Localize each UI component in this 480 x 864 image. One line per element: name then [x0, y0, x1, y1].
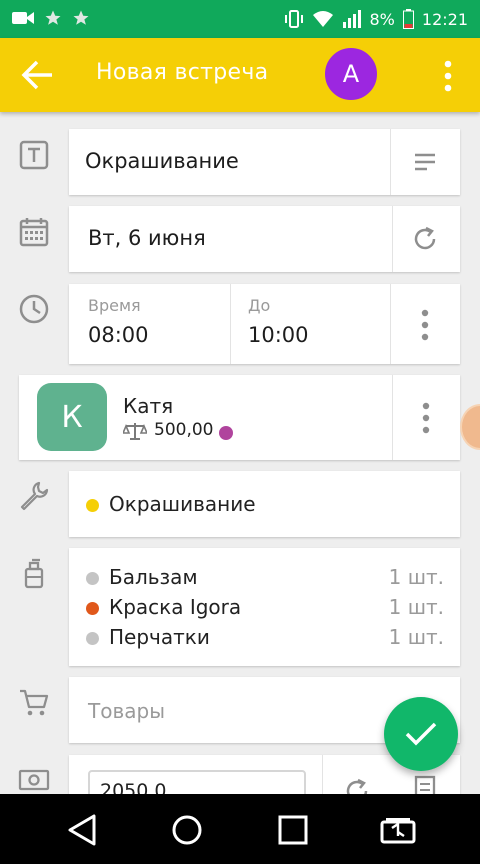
save-fab-button[interactable] — [384, 697, 458, 771]
battery-percent: 8% — [369, 9, 395, 29]
list-item[interactable]: Перчатки 1 шт. — [86, 622, 444, 652]
product-bottle-icon — [24, 558, 44, 589]
list-item[interactable]: Краска Igora 1 шт. — [86, 592, 444, 622]
materials-list[interactable]: Бальзам 1 шт. Краска Igora 1 шт. Перчатк… — [69, 548, 460, 666]
time-to-value[interactable]: 10:00 — [248, 323, 309, 347]
app-toolbar: Новая встреча A — [0, 38, 480, 112]
goods-placeholder: Товары — [88, 699, 165, 723]
checkmark-icon — [405, 722, 437, 746]
nav-home-icon[interactable] — [167, 810, 207, 850]
services-list[interactable]: Окрашивание — [69, 471, 460, 537]
balance-status-dot — [219, 426, 233, 440]
service-item[interactable]: Окрашивание — [86, 489, 256, 519]
shopping-cart-icon — [20, 689, 49, 716]
nav-switch-apps-icon[interactable] — [378, 810, 418, 850]
service-name-field[interactable]: Окрашивание — [69, 129, 460, 195]
material-color-dot — [86, 572, 99, 585]
floating-contact-bubble[interactable] — [460, 404, 480, 450]
overflow-menu-icon[interactable] — [436, 58, 460, 94]
service-name-value: Окрашивание — [85, 149, 239, 173]
star-icon — [73, 10, 89, 25]
clock: 12:21 — [421, 9, 468, 29]
back-arrow-icon[interactable] — [18, 58, 58, 92]
client-balance: 500,00 — [154, 420, 214, 440]
system-navigation-bar — [0, 794, 480, 864]
battery-icon — [402, 9, 414, 29]
client-avatar: К — [37, 383, 107, 451]
client-options-icon[interactable] — [416, 401, 436, 435]
service-item-name: Окрашивание — [109, 492, 256, 516]
material-color-dot — [86, 632, 99, 645]
time-from-value[interactable]: 08:00 — [88, 323, 149, 347]
time-from-label: Время — [88, 296, 141, 315]
video-camera-icon — [12, 12, 34, 24]
client-card[interactable]: К Катя 500,00 — [19, 375, 460, 460]
nav-recents-icon[interactable] — [273, 810, 313, 850]
balance-scale-icon — [123, 423, 147, 440]
page-title: Новая встреча — [96, 60, 269, 85]
wrench-icon — [20, 481, 49, 511]
material-name: Бальзам — [109, 565, 198, 589]
material-qty: 1 шт. — [388, 565, 444, 589]
star-icon — [45, 10, 61, 25]
repeat-icon[interactable] — [411, 225, 439, 253]
time-options-icon[interactable] — [415, 308, 435, 342]
vibrate-icon — [284, 10, 303, 28]
time-range-field: Время 08:00 До 10:00 — [69, 284, 460, 364]
signal-icon — [342, 10, 361, 28]
material-qty: 1 шт. — [388, 625, 444, 649]
service-color-dot — [86, 499, 99, 512]
material-name: Краска Igora — [109, 595, 242, 619]
time-to-label: До — [248, 296, 271, 315]
wifi-icon — [312, 11, 333, 27]
date-value: Вт, 6 июня — [88, 226, 206, 250]
notes-icon[interactable] — [412, 150, 438, 174]
client-name: Катя — [123, 394, 174, 418]
text-field-icon — [19, 140, 49, 170]
status-bar: 8% 12:21 — [0, 0, 480, 38]
nav-back-icon[interactable] — [62, 810, 102, 850]
cash-icon — [18, 769, 50, 791]
date-field[interactable]: Вт, 6 июня — [69, 206, 460, 272]
calendar-icon — [19, 218, 49, 247]
material-name: Перчатки — [109, 625, 210, 649]
clock-icon — [19, 294, 49, 324]
material-qty: 1 шт. — [388, 595, 444, 619]
material-color-dot — [86, 602, 99, 615]
list-item[interactable]: Бальзам 1 шт. — [86, 562, 444, 592]
account-avatar[interactable]: A — [323, 46, 379, 102]
